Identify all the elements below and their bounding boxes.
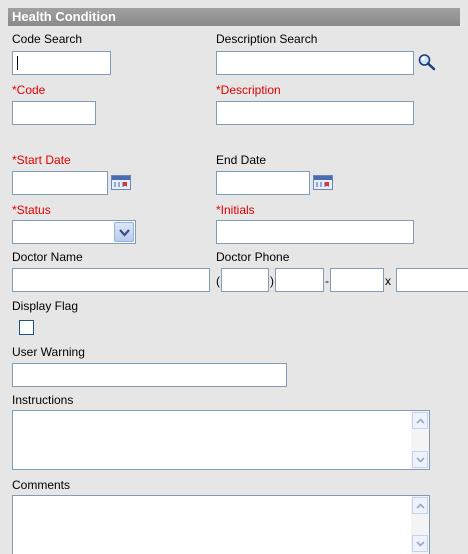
doctor-phone-label: Doctor Phone <box>216 250 290 264</box>
user-warning-label: User Warning <box>12 345 85 359</box>
end-date-label: End Date <box>216 153 267 167</box>
description-search-input[interactable] <box>216 51 414 75</box>
instructions-label: Instructions <box>12 393 74 407</box>
magnifier-search-icon[interactable] <box>417 53 437 71</box>
panel-header: Health Condition <box>8 8 460 26</box>
start-date-input[interactable] <box>12 171 108 195</box>
text-cursor <box>17 56 18 70</box>
initials-label: *Initials <box>216 203 255 217</box>
initials-label-text: Initials <box>220 203 255 217</box>
panel-title: Health Condition <box>12 9 116 24</box>
display-flag-label: Display Flag <box>12 299 79 313</box>
status-label: *Status <box>12 203 51 217</box>
code-search-label: Code Search <box>12 32 83 46</box>
comments-textarea[interactable] <box>12 495 430 554</box>
phone-close-paren: ) <box>270 274 274 288</box>
comments-scrollbar[interactable] <box>411 496 429 554</box>
instructions-scrollbar[interactable] <box>411 411 429 469</box>
comments-label: Comments <box>12 478 71 492</box>
instructions-textarea[interactable] <box>12 410 430 470</box>
end-date-input[interactable] <box>216 171 310 195</box>
phone-prefix-input[interactable] <box>275 268 324 292</box>
doctor-name-input[interactable] <box>12 268 210 292</box>
scroll-down-arrow-icon[interactable] <box>412 451 428 468</box>
scroll-up-arrow-icon[interactable] <box>412 412 428 429</box>
chevron-down-icon[interactable] <box>114 222 134 242</box>
status-select[interactable] <box>12 220 136 244</box>
description-label: *Description <box>216 83 281 97</box>
start-date-label-text: Start Date <box>16 153 71 167</box>
description-label-text: Description <box>220 83 281 97</box>
phone-ext-mark: x <box>385 274 391 288</box>
code-input[interactable] <box>12 101 96 125</box>
phone-dash: - <box>325 274 329 288</box>
start-date-label: *Start Date <box>12 153 71 167</box>
calendar-icon[interactable] <box>111 175 131 190</box>
status-label-text: Status <box>16 203 51 217</box>
doctor-name-label: Doctor Name <box>12 250 83 264</box>
phone-extension-input[interactable] <box>396 268 468 292</box>
display-flag-checkbox[interactable] <box>19 320 34 335</box>
initials-input[interactable] <box>216 220 414 244</box>
description-input[interactable] <box>216 101 414 125</box>
description-search-label: Description Search <box>216 32 318 46</box>
scroll-up-arrow-icon[interactable] <box>412 497 428 514</box>
phone-open-paren: ( <box>216 274 220 288</box>
code-label: *Code <box>12 83 45 97</box>
phone-line-number-input[interactable] <box>330 268 384 292</box>
phone-area-code-input[interactable] <box>221 268 269 292</box>
user-warning-input[interactable] <box>12 363 287 387</box>
scroll-down-arrow-icon[interactable] <box>412 535 428 552</box>
code-label-text: Code <box>16 83 46 97</box>
code-search-input[interactable] <box>12 51 111 75</box>
calendar-icon[interactable] <box>313 175 333 190</box>
